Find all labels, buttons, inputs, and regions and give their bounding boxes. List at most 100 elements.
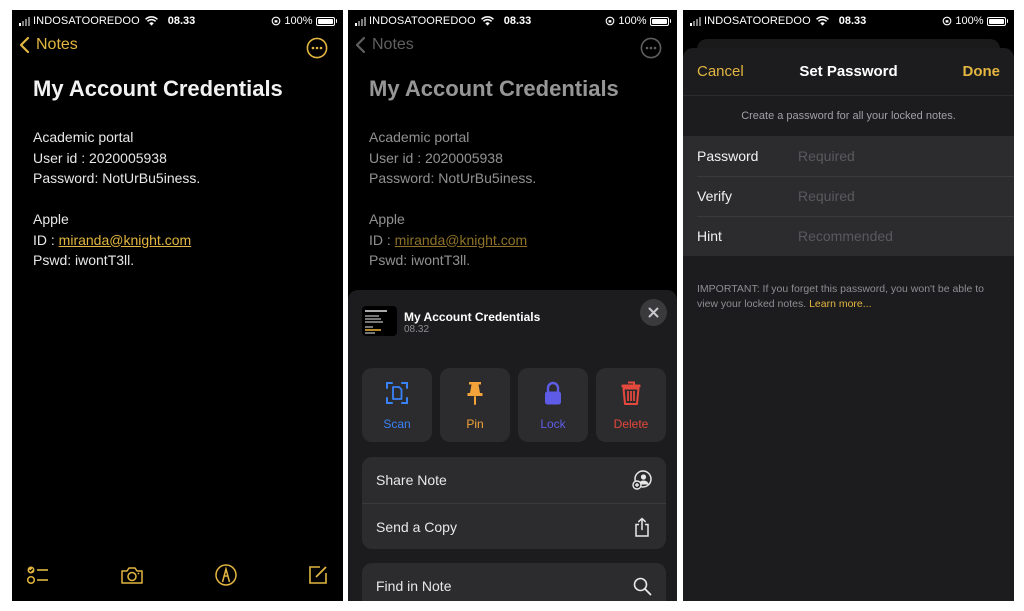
set-password-screen: INDOSATOOREDOO 08.33 100% Cancel Set Pas… [683,10,1014,601]
orientation-lock-icon [943,16,952,26]
markup-icon[interactable] [214,563,238,587]
lock-icon [545,381,561,405]
signal-icon [19,16,30,26]
hint-label: Hint [697,228,722,244]
compose-icon[interactable] [306,563,330,587]
share-icon [635,516,649,537]
quick-actions: Scan Pin Lock Delete [362,368,666,442]
back-label: Notes [372,36,414,53]
carrier-name: INDOSATOOREDOO [704,15,811,27]
find-in-note-row[interactable]: Find in Note [362,563,666,601]
password-field[interactable] [798,141,1004,171]
chevron-left-icon [355,36,366,54]
id-label: ID : [369,231,395,248]
trash-icon [621,381,641,405]
wifi-icon [144,16,158,26]
verify-row: Verify [683,176,1014,216]
scan-label: Scan [383,417,411,431]
close-icon [648,307,659,318]
back-button[interactable]: Notes [19,36,78,54]
hint-field[interactable] [798,221,1004,251]
battery-percent: 100% [618,15,647,27]
share-note-label: Share Note [376,472,447,488]
battery-percent: 100% [284,15,313,27]
set-password-modal: Cancel Set Password Done Create a passwo… [683,48,1014,601]
pin-button[interactable]: Pin [440,368,510,442]
note-screen: INDOSATOOREDOO 08.33 100% Notes My Accou… [12,10,343,601]
pin-label: Pin [466,417,484,431]
nav-bar: Notes [348,36,677,62]
share-note-icon [632,470,652,490]
sheet-header: My Account Credentials 08.32 [362,299,667,338]
done-button[interactable]: Done [963,63,1001,80]
sheet-note-time: 08.32 [404,324,430,335]
important-notice: IMPORTANT: If you forget this password, … [697,282,1000,312]
password-form: Password Verify Hint [683,136,1014,256]
email-link: miranda@knight.com [394,231,528,248]
battery-icon [986,16,1008,26]
back-label: Notes [36,36,78,53]
note-actions-screen: INDOSATOOREDOO 08.33 100% Notes My Accou… [348,10,677,601]
note-line: Password: NotUrBu5iness. [369,170,537,186]
email-link[interactable]: miranda@knight.com [59,232,192,248]
note-line: Pswd: iwontT3ll. [33,252,135,268]
hint-row: Hint [683,216,1014,256]
note-body: Academic portal User id : 2020005938 Pas… [369,127,536,271]
note-line: ID : miranda@knight.com [369,230,536,251]
more-options-icon[interactable] [640,37,662,59]
sheet-note-title: My Account Credentials [404,310,541,324]
wifi-icon [815,16,829,26]
close-button[interactable] [640,299,667,326]
note-line: Apple [369,211,405,227]
orientation-lock-icon [606,16,615,26]
wifi-icon [480,16,494,26]
find-in-note-label: Find in Note [376,578,452,594]
more-options-icon[interactable] [306,37,328,59]
delete-button[interactable]: Delete [596,368,666,442]
status-bar: INDOSATOOREDOO 08.33 100% [348,10,677,32]
camera-icon[interactable] [120,563,144,587]
note-line: Academic portal [369,129,470,145]
battery-icon [315,16,337,26]
share-group: Share Note Send a Copy [362,457,666,549]
status-time: 08.33 [167,15,196,27]
id-label: ID : [33,231,59,248]
note-line: User id : 2020005938 [33,149,167,166]
note-thumbnail [362,306,397,336]
signal-icon [690,16,701,26]
modal-description: Create a password for all your locked no… [741,110,956,122]
lock-button[interactable]: Lock [518,368,588,442]
note-title: My Account Credentials [33,76,283,101]
checklist-icon[interactable] [26,563,50,587]
battery-icon [649,16,671,26]
lock-label: Lock [540,417,566,431]
chevron-left-icon [19,36,30,54]
search-icon [633,577,652,596]
note-body[interactable]: Academic portal User id : 2020005938 Pas… [33,127,200,271]
signal-icon [355,16,366,26]
back-button[interactable]: Notes [355,36,414,54]
send-copy-label: Send a Copy [376,518,457,535]
share-note-row[interactable]: Share Note [362,457,666,503]
note-line: User id : 2020005938 [369,149,503,166]
scan-icon [386,382,408,404]
pin-icon [467,382,483,405]
note-title: My Account Credentials [369,76,619,101]
carrier-name: INDOSATOOREDOO [33,15,140,27]
learn-more-link[interactable]: Learn more... [809,298,871,310]
status-bar: INDOSATOOREDOO 08.33 100% [12,10,343,32]
orientation-lock-icon [272,16,281,26]
bottom-toolbar [12,553,343,601]
send-copy-row[interactable]: Send a Copy [362,503,666,549]
verify-field[interactable] [798,181,1004,211]
nav-bar: Notes [12,36,343,62]
verify-label: Verify [697,188,733,204]
find-group: Find in Note [362,563,666,601]
action-sheet: My Account Credentials 08.32 Scan Pin Lo… [348,290,677,601]
note-line: Apple [33,211,69,227]
status-time: 08.33 [503,15,532,27]
status-bar: INDOSATOOREDOO 08.33 100% [683,10,1014,32]
note-line: ID : miranda@knight.com [33,230,200,251]
scan-button[interactable]: Scan [362,368,432,442]
password-row: Password [683,136,1014,176]
